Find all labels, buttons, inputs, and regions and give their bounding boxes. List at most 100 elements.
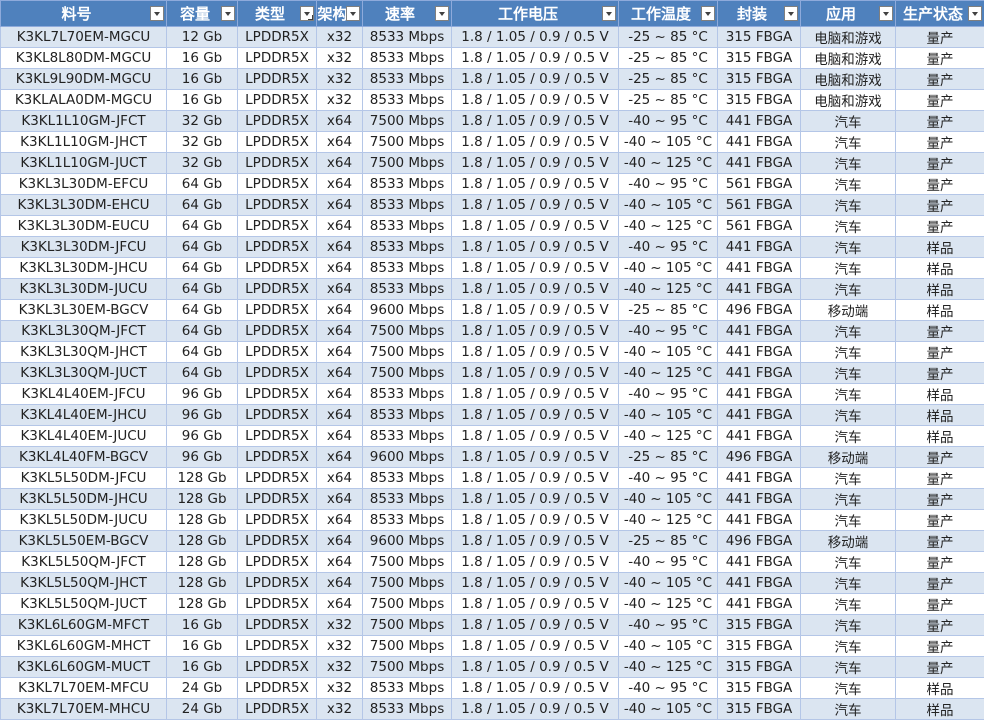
cell-package[interactable]: 441 FBGA (718, 153, 801, 174)
cell-temperature[interactable]: -40 ~ 105 °C (619, 699, 718, 720)
cell-temperature[interactable]: -25 ~ 85 °C (619, 27, 718, 48)
cell-type[interactable]: LPDDR5X (238, 384, 317, 405)
cell-production-status[interactable]: 量产 (896, 594, 984, 615)
table-row[interactable]: K3KL7L70EM-MFCU24 GbLPDDR5Xx328533 Mbps1… (1, 678, 984, 699)
cell-type[interactable]: LPDDR5X (238, 657, 317, 678)
filter-dropdown-icon[interactable] (221, 6, 235, 21)
filter-dropdown-icon[interactable] (879, 6, 893, 21)
cell-speed[interactable]: 8533 Mbps (363, 90, 452, 111)
cell-speed[interactable]: 7500 Mbps (363, 111, 452, 132)
cell-part-number[interactable]: K3KL7L70EM-MGCU (1, 27, 167, 48)
cell-capacity[interactable]: 32 Gb (167, 132, 238, 153)
cell-capacity[interactable]: 12 Gb (167, 27, 238, 48)
cell-production-status[interactable]: 样品 (896, 258, 984, 279)
cell-architecture[interactable]: x64 (317, 132, 363, 153)
cell-voltage[interactable]: 1.8 / 1.05 / 0.9 / 0.5 V (452, 678, 619, 699)
cell-package[interactable]: 441 FBGA (718, 468, 801, 489)
cell-application[interactable]: 汽车 (801, 678, 896, 699)
cell-part-number[interactable]: K3KL1L10GM-JUCT (1, 153, 167, 174)
cell-type[interactable]: LPDDR5X (238, 615, 317, 636)
cell-capacity[interactable]: 16 Gb (167, 90, 238, 111)
cell-production-status[interactable]: 量产 (896, 216, 984, 237)
cell-speed[interactable]: 8533 Mbps (363, 237, 452, 258)
table-row[interactable]: K3KL3L30DM-EHCU64 GbLPDDR5Xx648533 Mbps1… (1, 195, 984, 216)
cell-speed[interactable]: 8533 Mbps (363, 426, 452, 447)
cell-architecture[interactable]: x32 (317, 27, 363, 48)
cell-part-number[interactable]: K3KL5L50QM-JHCT (1, 573, 167, 594)
cell-voltage[interactable]: 1.8 / 1.05 / 0.9 / 0.5 V (452, 657, 619, 678)
cell-type[interactable]: LPDDR5X (238, 237, 317, 258)
table-row[interactable]: K3KL3L30DM-EUCU64 GbLPDDR5Xx648533 Mbps1… (1, 216, 984, 237)
cell-architecture[interactable]: x64 (317, 489, 363, 510)
cell-production-status[interactable]: 量产 (896, 489, 984, 510)
cell-temperature[interactable]: -40 ~ 125 °C (619, 426, 718, 447)
cell-voltage[interactable]: 1.8 / 1.05 / 0.9 / 0.5 V (452, 279, 619, 300)
cell-capacity[interactable]: 64 Gb (167, 237, 238, 258)
table-row[interactable]: K3KL5L50QM-JFCT128 GbLPDDR5Xx647500 Mbps… (1, 552, 984, 573)
cell-package[interactable]: 315 FBGA (718, 90, 801, 111)
cell-temperature[interactable]: -40 ~ 125 °C (619, 153, 718, 174)
cell-speed[interactable]: 8533 Mbps (363, 468, 452, 489)
cell-type[interactable]: LPDDR5X (238, 69, 317, 90)
cell-speed[interactable]: 8533 Mbps (363, 405, 452, 426)
cell-type[interactable]: LPDDR5X (238, 531, 317, 552)
cell-package[interactable]: 441 FBGA (718, 384, 801, 405)
filter-dropdown-icon[interactable] (701, 6, 715, 21)
cell-package[interactable]: 315 FBGA (718, 615, 801, 636)
cell-capacity[interactable]: 128 Gb (167, 489, 238, 510)
cell-capacity[interactable]: 64 Gb (167, 321, 238, 342)
cell-capacity[interactable]: 24 Gb (167, 699, 238, 720)
cell-architecture[interactable]: x64 (317, 342, 363, 363)
cell-speed[interactable]: 9600 Mbps (363, 531, 452, 552)
cell-voltage[interactable]: 1.8 / 1.05 / 0.9 / 0.5 V (452, 27, 619, 48)
table-row[interactable]: K3KL4L40EM-JHCU96 GbLPDDR5Xx648533 Mbps1… (1, 405, 984, 426)
cell-application[interactable]: 移动端 (801, 300, 896, 321)
cell-architecture[interactable]: x32 (317, 699, 363, 720)
cell-package[interactable]: 441 FBGA (718, 342, 801, 363)
cell-voltage[interactable]: 1.8 / 1.05 / 0.9 / 0.5 V (452, 90, 619, 111)
cell-application[interactable]: 汽车 (801, 699, 896, 720)
cell-voltage[interactable]: 1.8 / 1.05 / 0.9 / 0.5 V (452, 111, 619, 132)
cell-type[interactable]: LPDDR5X (238, 90, 317, 111)
cell-speed[interactable]: 8533 Mbps (363, 279, 452, 300)
cell-application[interactable]: 电脑和游戏 (801, 90, 896, 111)
cell-architecture[interactable]: x32 (317, 90, 363, 111)
cell-type[interactable]: LPDDR5X (238, 195, 317, 216)
cell-architecture[interactable]: x64 (317, 300, 363, 321)
cell-speed[interactable]: 8533 Mbps (363, 678, 452, 699)
cell-package[interactable]: 496 FBGA (718, 300, 801, 321)
cell-speed[interactable]: 7500 Mbps (363, 594, 452, 615)
cell-application[interactable]: 汽车 (801, 615, 896, 636)
table-row[interactable]: K3KL4L40EM-JFCU96 GbLPDDR5Xx648533 Mbps1… (1, 384, 984, 405)
cell-speed[interactable]: 7500 Mbps (363, 321, 452, 342)
cell-part-number[interactable]: K3KL8L80DM-MGCU (1, 48, 167, 69)
cell-temperature[interactable]: -40 ~ 95 °C (619, 237, 718, 258)
cell-package[interactable]: 315 FBGA (718, 48, 801, 69)
cell-architecture[interactable]: x64 (317, 531, 363, 552)
cell-capacity[interactable]: 96 Gb (167, 384, 238, 405)
cell-part-number[interactable]: K3KL5L50QM-JFCT (1, 552, 167, 573)
cell-capacity[interactable]: 24 Gb (167, 678, 238, 699)
cell-package[interactable]: 441 FBGA (718, 489, 801, 510)
cell-application[interactable]: 电脑和游戏 (801, 69, 896, 90)
cell-application[interactable]: 汽车 (801, 111, 896, 132)
cell-production-status[interactable]: 样品 (896, 426, 984, 447)
cell-speed[interactable]: 7500 Mbps (363, 615, 452, 636)
cell-package[interactable]: 441 FBGA (718, 426, 801, 447)
cell-voltage[interactable]: 1.8 / 1.05 / 0.9 / 0.5 V (452, 258, 619, 279)
cell-architecture[interactable]: x64 (317, 552, 363, 573)
cell-package[interactable]: 315 FBGA (718, 657, 801, 678)
cell-temperature[interactable]: -25 ~ 85 °C (619, 300, 718, 321)
cell-voltage[interactable]: 1.8 / 1.05 / 0.9 / 0.5 V (452, 195, 619, 216)
table-row[interactable]: K3KL3L30DM-JFCU64 GbLPDDR5Xx648533 Mbps1… (1, 237, 984, 258)
cell-application[interactable]: 汽车 (801, 657, 896, 678)
cell-production-status[interactable]: 量产 (896, 552, 984, 573)
cell-application[interactable]: 汽车 (801, 321, 896, 342)
table-row[interactable]: K3KL4L40EM-JUCU96 GbLPDDR5Xx648533 Mbps1… (1, 426, 984, 447)
cell-capacity[interactable]: 64 Gb (167, 342, 238, 363)
column-header-part-number[interactable]: 料号 (1, 1, 167, 27)
cell-architecture[interactable]: x64 (317, 510, 363, 531)
cell-type[interactable]: LPDDR5X (238, 174, 317, 195)
cell-voltage[interactable]: 1.8 / 1.05 / 0.9 / 0.5 V (452, 69, 619, 90)
cell-type[interactable]: LPDDR5X (238, 111, 317, 132)
